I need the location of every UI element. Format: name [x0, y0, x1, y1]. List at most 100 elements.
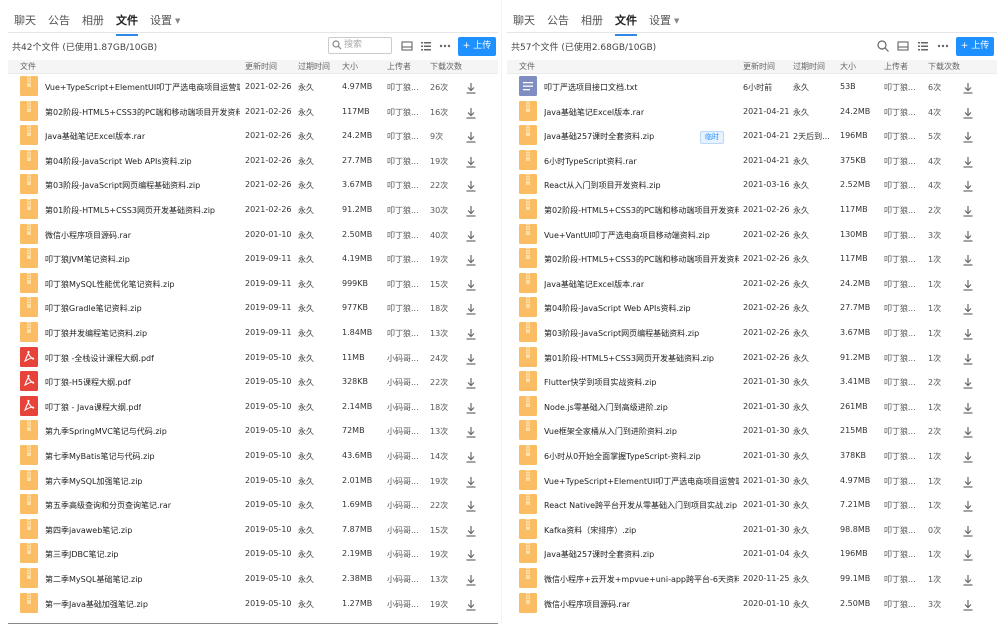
download-icon[interactable]	[962, 476, 974, 488]
file-row[interactable]: 第03阶段-JavaScript网页编程基础资料.zip 2021-02-26 永久…	[8, 172, 498, 197]
download-icon[interactable]	[465, 279, 477, 291]
search-icon[interactable]	[876, 39, 890, 53]
file-row[interactable]: 第九季SpringMVC笔记与代码.zip 2019-05-10 永久 72MB 小码哥…	[8, 418, 498, 443]
file-name[interactable]: 第六季MySQL加强笔记.zip	[45, 476, 143, 487]
file-row[interactable]: 6小时TypeScript资料.rar 2021-04-21 永久 375KB 叩丁狼.…	[507, 148, 997, 173]
download-icon[interactable]	[465, 254, 477, 266]
file-row[interactable]: 微信小程序项目源码.rar 2020-01-10 永久 2.50MB 叩丁狼... 3次	[507, 591, 997, 616]
file-name[interactable]: 第03阶段-JavaScript网页编程基础资料.zip	[544, 328, 699, 339]
file-row[interactable]: Java基础笔记Excel版本.rar 2021-04-21 永久 24.2MB 叩丁狼…	[507, 99, 997, 124]
list-view-icon[interactable]	[419, 39, 433, 53]
download-icon[interactable]	[962, 599, 974, 611]
file-name[interactable]: 第01阶段-HTML5+CSS3网页开发基础资料.zip	[544, 353, 714, 364]
file-name[interactable]: Java基础笔记Excel版本.rar	[45, 131, 145, 142]
download-icon[interactable]	[962, 303, 974, 315]
search-input[interactable]: 搜索	[328, 37, 392, 54]
file-name[interactable]: 叩丁狼MySQL性能优化笔记资料.zip	[45, 279, 175, 290]
file-row[interactable]: 叩丁狼 - Java课程大纲.pdf 2019-05-10 永久 2.14MB 小码哥.…	[8, 394, 498, 419]
file-name[interactable]: Java基础257课时全套资料.zip	[544, 131, 654, 142]
download-icon[interactable]	[465, 205, 477, 217]
file-name[interactable]: 微信小程序+云开发+mpvue+uni-app跨平台-6天资料...	[544, 574, 739, 585]
file-name[interactable]: Java基础笔记Excel版本.rar	[544, 279, 644, 290]
file-row[interactable]: 叩丁狼-H5课程大纲.pdf 2019-05-10 永久 328KB 小码哥... 22次	[8, 369, 498, 394]
file-name[interactable]: 第02阶段-HTML5+CSS3的PC端和移动端项目开发资料...	[544, 254, 739, 265]
file-name[interactable]: 第一季Java基础加强笔记.zip	[45, 599, 148, 610]
file-name[interactable]: 微信小程序项目源码.rar	[544, 599, 630, 610]
more-icon[interactable]	[438, 39, 452, 53]
file-name[interactable]: Node.js零基础入门到高级进阶.zip	[544, 402, 668, 413]
download-icon[interactable]	[962, 205, 974, 217]
file-row[interactable]: 第五季高级查询和分页查询笔记.rar 2019-05-10 永久 1.69MB 小码哥.…	[8, 492, 498, 517]
download-icon[interactable]	[465, 107, 477, 119]
download-icon[interactable]	[465, 426, 477, 438]
download-icon[interactable]	[962, 574, 974, 586]
file-name[interactable]: 第01阶段-HTML5+CSS3网页开发基础资料.zip	[45, 205, 215, 216]
download-icon[interactable]	[465, 500, 477, 512]
file-row[interactable]: 第四季javaweb笔记.zip 2019-05-10 永久 7.87MB 小码哥...…	[8, 517, 498, 542]
download-icon[interactable]	[465, 451, 477, 463]
file-row[interactable]: 第02阶段-HTML5+CSS3的PC端和移动端项目开发资料... 2021-02…	[8, 99, 498, 124]
file-row[interactable]: Java基础笔记Excel版本.rar 2021-02-26 永久 24.2MB 叩丁狼…	[507, 271, 997, 296]
file-name[interactable]: React Native跨平台开发从零基础入门到项目实战.zip	[544, 500, 737, 511]
download-icon[interactable]	[465, 476, 477, 488]
file-name[interactable]: 第04阶段-JavaScript Web APIs资料.zip	[45, 156, 192, 167]
file-row[interactable]: 第04阶段-JavaScript Web APIs资料.zip 2021-02-2…	[8, 148, 498, 173]
file-row[interactable]: 叩丁狼Gradle笔记资料.zip 2019-09-11 永久 977KB 叩丁狼...…	[8, 295, 498, 320]
download-icon[interactable]	[962, 500, 974, 512]
download-icon[interactable]	[465, 303, 477, 315]
file-row[interactable]: Flutter快学到项目实战资料.zip 2021-01-30 永久 3.41MB 叩丁…	[507, 369, 997, 394]
download-icon[interactable]	[962, 426, 974, 438]
storage-icon[interactable]	[400, 39, 414, 53]
file-row[interactable]: Java基础257课时全套资料.zip 2021-01-04 永久 196MB 叩丁狼.…	[507, 541, 997, 566]
tab-settings[interactable]: 设置 ▼	[649, 12, 679, 28]
file-row[interactable]: 6小时从0开始全面掌握TypeScript-资料.zip 2021-01-30 永久…	[507, 443, 997, 468]
tab-chat[interactable]: 聊天	[513, 12, 535, 28]
download-icon[interactable]	[962, 254, 974, 266]
download-icon[interactable]	[465, 377, 477, 389]
download-icon[interactable]	[465, 131, 477, 143]
more-icon[interactable]	[936, 39, 950, 53]
file-name[interactable]: 第02阶段-HTML5+CSS3的PC端和移动端项目开发资料...	[544, 205, 739, 216]
download-icon[interactable]	[465, 353, 477, 365]
file-name[interactable]: 微信小程序项目源码.rar	[45, 230, 131, 241]
file-name[interactable]: Flutter快学到项目实战资料.zip	[544, 377, 656, 388]
file-row[interactable]: Kafka资料（宋排序）.zip 2021-01-30 永久 98.8MB 叩丁狼...…	[507, 517, 997, 542]
download-icon[interactable]	[962, 549, 974, 561]
file-row[interactable]: 第01阶段-HTML5+CSS3网页开发基础资料.zip 2021-02-26 永久…	[507, 345, 997, 370]
file-name[interactable]: Vue框架全家桶从入门到进阶资料.zip	[544, 426, 677, 437]
tab-album[interactable]: 相册	[82, 12, 104, 28]
file-row[interactable]: 叩丁狼MySQL性能优化笔记资料.zip 2019-09-11 永久 999KB 叩丁狼…	[8, 271, 498, 296]
file-name[interactable]: 第03阶段-JavaScript网页编程基础资料.zip	[45, 180, 200, 191]
file-row[interactable]: 叩丁狼并发编程笔记资料.zip 2019-09-11 永久 1.84MB 叩丁狼... 1…	[8, 320, 498, 345]
file-row[interactable]: 微信小程序项目源码.rar 2020-01-10 永久 2.50MB 叩丁狼... 40次	[8, 222, 498, 247]
file-row[interactable]: Vue+VantUI叩丁严选电商项目移动端资料.zip 2021-02-26 永久 1…	[507, 222, 997, 247]
download-icon[interactable]	[465, 525, 477, 537]
file-row[interactable]: Vue框架全家桶从入门到进阶资料.zip 2021-01-30 永久 215MB 叩丁狼…	[507, 418, 997, 443]
file-name[interactable]: 第04阶段-JavaScript Web APIs资料.zip	[544, 303, 691, 314]
file-name[interactable]: 第三季JDBC笔记.zip	[45, 549, 119, 560]
file-row[interactable]: React Native跨平台开发从零基础入门到项目实战.zip 2021-01-…	[507, 492, 997, 517]
download-icon[interactable]	[962, 451, 974, 463]
file-name[interactable]: Vue+TypeScript+ElementUI叩丁严选电商项目运营端...	[544, 476, 739, 487]
file-row[interactable]: 叩丁狼 -全栈设计课程大纲.pdf 2019-05-10 永久 11MB 小码哥... 2…	[8, 345, 498, 370]
tab-announcement[interactable]: 公告	[48, 12, 70, 28]
file-row[interactable]: 第七季MyBatis笔记与代码.zip 2019-05-10 永久 43.6MB 小码哥…	[8, 443, 498, 468]
file-row[interactable]: Java基础257课时全套资料.zip 临时 2021-04-21 2天后到... 19…	[507, 123, 997, 148]
download-icon[interactable]	[962, 156, 974, 168]
file-row[interactable]: 叩丁严选项目接口文档.txt 6小时前 永久 53B 叩丁狼... 6次	[507, 74, 997, 99]
file-name[interactable]: 叩丁狼 -全栈设计课程大纲.pdf	[45, 353, 154, 364]
file-row[interactable]: Vue+TypeScript+ElementUI叩丁严选电商项目运营端... 20…	[507, 468, 997, 493]
file-row[interactable]: 微信小程序+云开发+mpvue+uni-app跨平台-6天资料... 2020-1…	[507, 566, 997, 591]
list-view-icon[interactable]	[916, 39, 930, 53]
download-icon[interactable]	[962, 353, 974, 365]
download-icon[interactable]	[962, 328, 974, 340]
file-name[interactable]: 叩丁狼Gradle笔记资料.zip	[45, 303, 142, 314]
file-row[interactable]: 叩丁狼JVM笔记资料.zip 2019-09-11 永久 4.19MB 叩丁狼... 19…	[8, 246, 498, 271]
upload-button[interactable]: + 上传	[956, 37, 994, 56]
file-row[interactable]: 第02阶段-HTML5+CSS3的PC端和移动端项目开发资料... 2021-02…	[507, 197, 997, 222]
file-name[interactable]: 6小时TypeScript资料.rar	[544, 156, 637, 167]
file-name[interactable]: 第五季高级查询和分页查询笔记.rar	[45, 500, 171, 511]
file-name[interactable]: Vue+VantUI叩丁严选电商项目移动端资料.zip	[544, 230, 710, 241]
file-row[interactable]: 第六季MySQL加强笔记.zip 2019-05-10 永久 2.01MB 小码哥...…	[8, 468, 498, 493]
file-name[interactable]: 第九季SpringMVC笔记与代码.zip	[45, 426, 167, 437]
